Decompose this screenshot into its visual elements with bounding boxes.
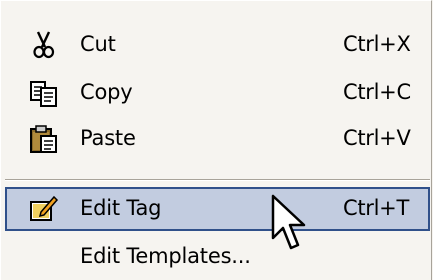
menu-item-shortcut: Ctrl+X — [343, 32, 411, 56]
menu-item-shortcut: Ctrl+V — [343, 126, 411, 150]
context-menu: Cut Ctrl+X Copy Ctrl+C Paste Ctrl+V Edit… — [0, 0, 432, 280]
paste-icon — [30, 125, 57, 153]
menu-item-label: Edit Templates... — [80, 244, 251, 268]
copy-icon — [30, 81, 57, 107]
menu-item-paste[interactable]: Paste Ctrl+V — [5, 117, 430, 161]
menu-item-shortcut: Ctrl+C — [343, 80, 411, 104]
scissors-icon — [33, 31, 55, 59]
menu-item-edit-tag[interactable]: Edit Tag Ctrl+T — [5, 187, 430, 231]
menu-item-label: Copy — [80, 80, 133, 104]
edit-tag-icon — [30, 195, 59, 221]
menu-item-label: Paste — [80, 126, 136, 150]
menu-item-label: Edit Tag — [80, 196, 162, 220]
menu-item-edit-templates[interactable]: Edit Templates... — [5, 235, 430, 279]
menu-separator — [5, 179, 430, 181]
arrow-cursor-icon — [271, 194, 306, 250]
menu-item-cut[interactable]: Cut Ctrl+X — [5, 23, 430, 67]
menu-item-copy[interactable]: Copy Ctrl+C — [5, 71, 430, 115]
menu-item-label: Cut — [80, 32, 116, 56]
menu-item-shortcut: Ctrl+T — [343, 196, 409, 220]
